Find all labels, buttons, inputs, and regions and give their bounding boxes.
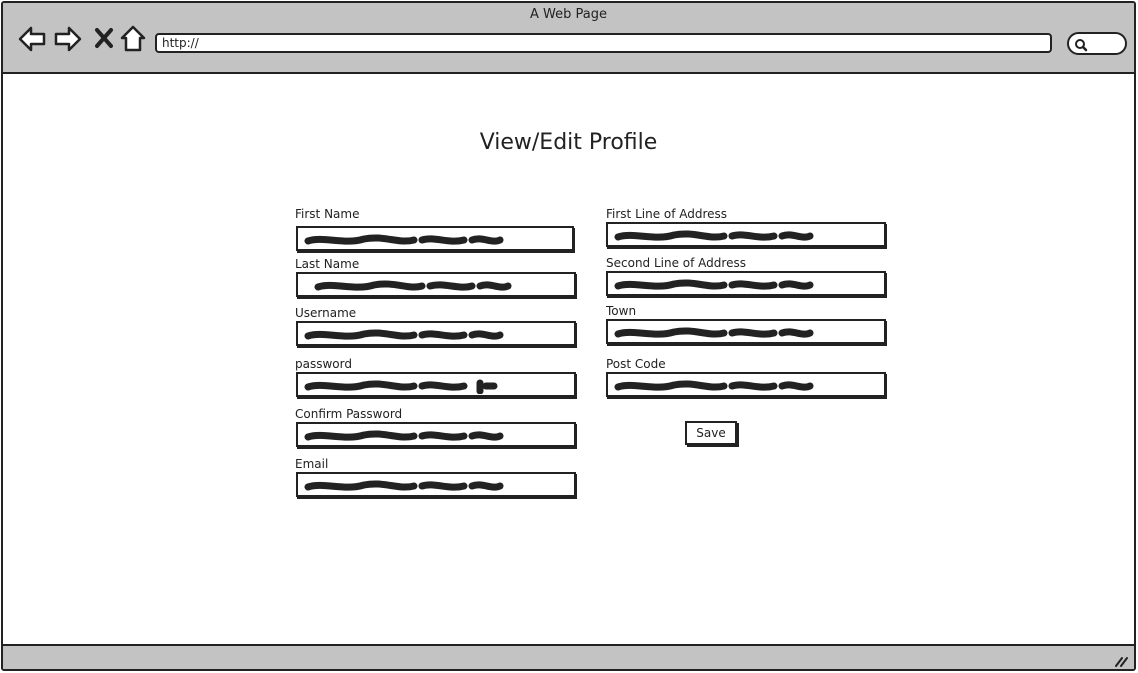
search-field[interactable] (1067, 32, 1127, 55)
address-line-1-label: First Line of Address (606, 207, 728, 221)
url-bar[interactable]: http:// (155, 33, 1052, 53)
town-label: Town (606, 304, 637, 318)
address-line-2-field[interactable] (606, 271, 886, 296)
browser-window: A Web Page http:// View/Edit Profile Fir… (1, 1, 1136, 671)
browser-titlebar: A Web Page http:// (3, 3, 1134, 74)
email-label: Email (295, 457, 329, 471)
redacted-text-scribble (614, 230, 814, 241)
username-label: Username (295, 306, 357, 320)
address-line-1-field[interactable] (606, 222, 886, 247)
window-title: A Web Page (530, 7, 607, 22)
confirm-password-label: Confirm Password (295, 407, 403, 421)
browser-statusbar (3, 644, 1134, 669)
redacted-text-scribble (614, 380, 814, 391)
post-code-field[interactable] (606, 372, 886, 397)
save-button[interactable]: Save (685, 421, 737, 445)
last-name-label: Last Name (295, 257, 360, 271)
back-arrow-icon[interactable] (17, 25, 47, 57)
last-name-field[interactable] (296, 272, 576, 297)
close-x-icon[interactable] (93, 25, 115, 57)
address-line-2-label: Second Line of Address (606, 256, 746, 270)
town-field[interactable] (606, 319, 886, 344)
home-icon[interactable] (119, 25, 147, 57)
redacted-text-scribble (614, 327, 814, 338)
post-code-label: Post Code (606, 357, 666, 371)
resize-grip-icon[interactable] (1114, 652, 1128, 669)
redacted-text-scribble (304, 480, 504, 491)
first-name-label: First Name (295, 207, 360, 221)
password-label: password (295, 357, 352, 371)
page-content: View/Edit Profile First Name Last Name U… (3, 76, 1134, 646)
first-name-field[interactable] (296, 226, 574, 251)
confirm-password-field[interactable] (296, 422, 576, 447)
redacted-text-scribble (614, 279, 814, 290)
redacted-text-scribble (304, 379, 498, 394)
redacted-text-scribble (314, 280, 512, 291)
redacted-text-scribble (304, 234, 504, 245)
password-field[interactable] (296, 372, 576, 397)
search-icon (1075, 39, 1088, 52)
forward-arrow-icon[interactable] (53, 25, 83, 57)
redacted-text-scribble (304, 329, 504, 340)
redacted-text-scribble (304, 430, 504, 441)
email-field[interactable] (296, 472, 576, 497)
page-title: View/Edit Profile (479, 130, 658, 155)
username-field[interactable] (296, 321, 576, 346)
